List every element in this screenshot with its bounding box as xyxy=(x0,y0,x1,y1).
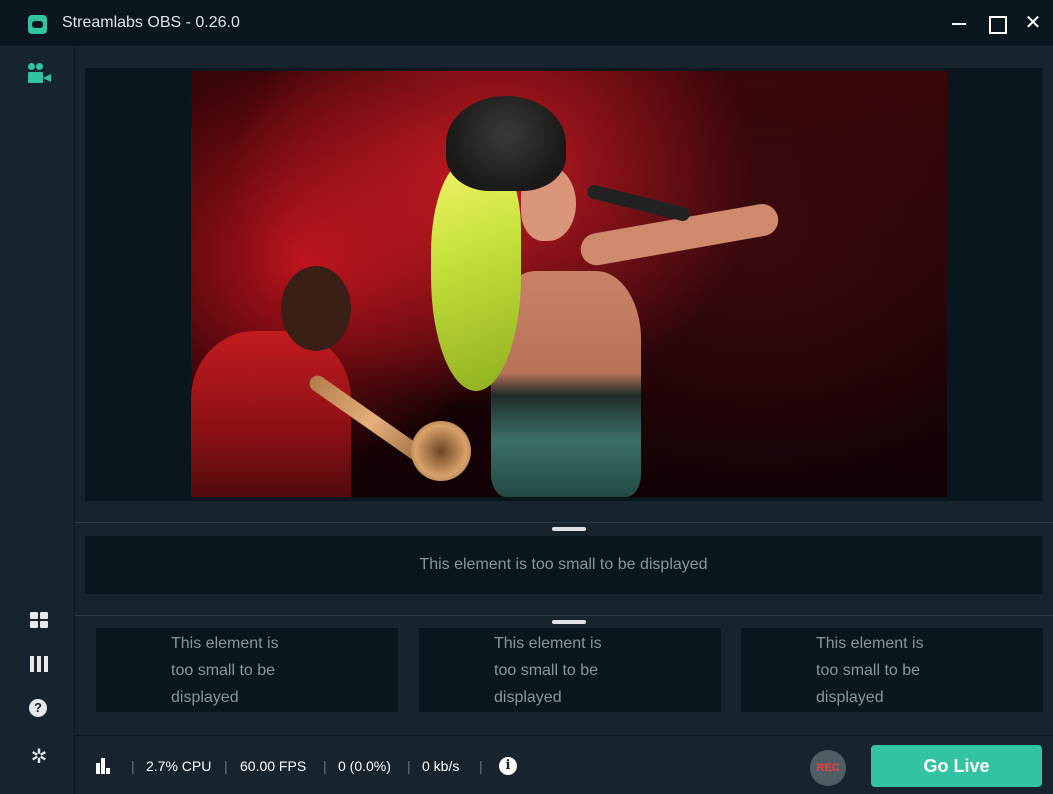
mixer-icon[interactable] xyxy=(28,654,50,676)
placeholder-line: too small to be xyxy=(816,662,921,679)
dropped-frames: 0 (0.0%) xyxy=(338,758,391,774)
info-icon[interactable]: i xyxy=(499,757,517,775)
window-title: Streamlabs OBS - 0.26.0 xyxy=(62,14,240,31)
footer-bar: | 2.7% CPU | 60.00 FPS | 0 (0.0%) | 0 kb… xyxy=(75,735,1053,794)
cpu-usage: 2.7% CPU xyxy=(146,758,212,774)
placeholder-line: displayed xyxy=(494,689,562,706)
app-window: Streamlabs OBS - 0.26.0 ✕ ? ✲ This eleme… xyxy=(0,0,1053,794)
go-live-button[interactable]: Go Live xyxy=(871,745,1042,787)
scene-preview[interactable] xyxy=(85,68,1042,501)
layout-editor-icon[interactable] xyxy=(28,609,50,631)
sidebar: ? ✲ xyxy=(0,46,75,794)
preview-video-image xyxy=(191,71,947,497)
placeholder-line: displayed xyxy=(171,689,239,706)
help-icon-glyph: ? xyxy=(29,699,47,717)
divider xyxy=(75,522,1053,523)
resize-handle[interactable] xyxy=(552,620,586,624)
studio-camera-icon[interactable] xyxy=(28,63,51,85)
separator: | xyxy=(407,758,411,774)
separator: | xyxy=(224,758,228,774)
maximize-button[interactable] xyxy=(981,8,1011,38)
record-button[interactable]: REC xyxy=(810,750,846,786)
streamlabs-logo-icon xyxy=(28,15,47,34)
title-bar: Streamlabs OBS - 0.26.0 ✕ xyxy=(0,0,1053,46)
placeholder-line: This element is xyxy=(494,635,602,652)
wide-panel-placeholder: This element is too small to be displaye… xyxy=(85,536,1042,594)
mixer-panel-placeholder: This element is too small to be displaye… xyxy=(741,628,1043,712)
bitrate: 0 kb/s xyxy=(422,758,460,774)
separator: | xyxy=(323,758,327,774)
separator: | xyxy=(131,758,135,774)
placeholder-line: too small to be xyxy=(494,662,599,679)
divider xyxy=(75,615,1053,616)
settings-gear-icon[interactable]: ✲ xyxy=(28,746,50,768)
placeholder-line: too small to be xyxy=(171,662,276,679)
separator: | xyxy=(479,758,483,774)
sources-panel-placeholder: This element is too small to be displaye… xyxy=(419,628,721,712)
placeholder-line: This element is xyxy=(816,635,924,652)
performance-stats-icon[interactable] xyxy=(96,758,114,774)
minimize-button[interactable] xyxy=(944,8,974,38)
close-button[interactable]: ✕ xyxy=(1018,8,1048,38)
scenes-panel-placeholder: This element is too small to be displaye… xyxy=(96,628,398,712)
placeholder-line: This element is xyxy=(171,635,279,652)
help-icon[interactable]: ? xyxy=(28,698,50,720)
resize-handle[interactable] xyxy=(552,527,586,531)
placeholder-line: displayed xyxy=(816,689,884,706)
fps-counter: 60.00 FPS xyxy=(240,758,307,774)
